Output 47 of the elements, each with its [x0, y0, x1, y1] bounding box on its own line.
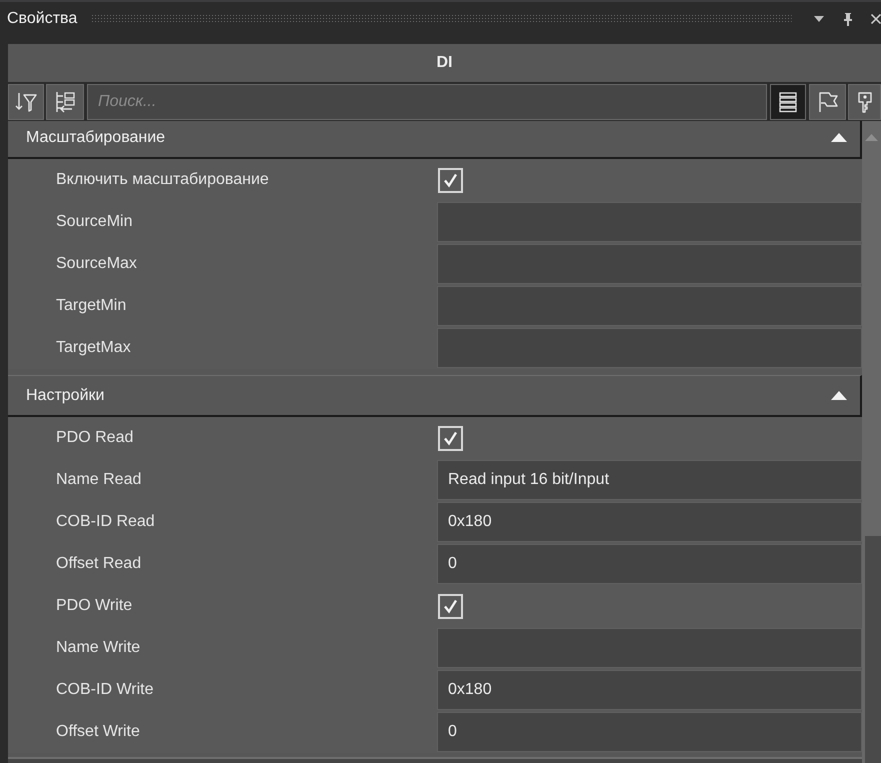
panel-title: Свойства	[7, 9, 78, 29]
collapse-caret-icon[interactable]	[831, 391, 847, 400]
flag-view-tab[interactable]	[809, 84, 846, 120]
text-field[interactable]	[437, 286, 862, 326]
category-title: Настройки	[26, 386, 104, 406]
property-label: TargetMax	[56, 338, 131, 358]
text-field[interactable]: 0x180	[437, 502, 862, 542]
pin-icon[interactable]	[843, 12, 853, 26]
collapse-caret-icon[interactable]	[831, 133, 847, 142]
text-field[interactable]: 0	[437, 712, 862, 752]
property-label: PDO Read	[56, 428, 134, 448]
property-label: Name Read	[56, 470, 142, 490]
checkmark-icon	[443, 430, 458, 446]
checkbox[interactable]	[438, 426, 463, 450]
property-label: COB-ID Write	[56, 680, 154, 700]
text-field[interactable]	[437, 244, 862, 284]
property-label: TargetMin	[56, 296, 126, 316]
filter-icon	[14, 90, 38, 114]
dropdown-icon[interactable]	[814, 16, 824, 22]
text-field[interactable]: 0	[437, 544, 862, 584]
scrollbar-thumb[interactable]	[865, 536, 881, 763]
sort-filter-button[interactable]	[8, 84, 44, 120]
property-label: Offset Read	[56, 554, 142, 574]
checkbox[interactable]	[438, 168, 463, 192]
property-label: PDO Write	[56, 596, 132, 616]
text-field[interactable]	[437, 202, 862, 242]
category-title: Масштабирование	[26, 128, 166, 148]
search-field[interactable]: Поиск...	[87, 84, 767, 120]
key-view-tab[interactable]	[848, 84, 881, 120]
close-icon[interactable]	[871, 14, 881, 24]
list-view-tab[interactable]	[770, 84, 806, 120]
text-field[interactable]: 0x180	[437, 670, 862, 710]
text-field[interactable]	[437, 328, 862, 368]
property-label: Name Write	[56, 638, 140, 658]
checkmark-icon	[443, 598, 458, 614]
property-label: Включить масштабирование	[56, 170, 269, 190]
scrollbar[interactable]	[862, 121, 881, 763]
text-field[interactable]: Read input 16 bit/Input	[437, 460, 862, 500]
checkbox[interactable]	[438, 594, 463, 618]
categorize-button[interactable]	[46, 84, 84, 120]
property-label: COB-ID Read	[56, 512, 155, 532]
property-label: Offset Write	[56, 722, 140, 742]
object-name: DI	[436, 53, 452, 73]
text-field[interactable]	[437, 628, 862, 668]
checkmark-icon	[443, 172, 458, 188]
property-label: SourceMin	[56, 212, 132, 232]
property-label: SourceMax	[56, 254, 137, 274]
